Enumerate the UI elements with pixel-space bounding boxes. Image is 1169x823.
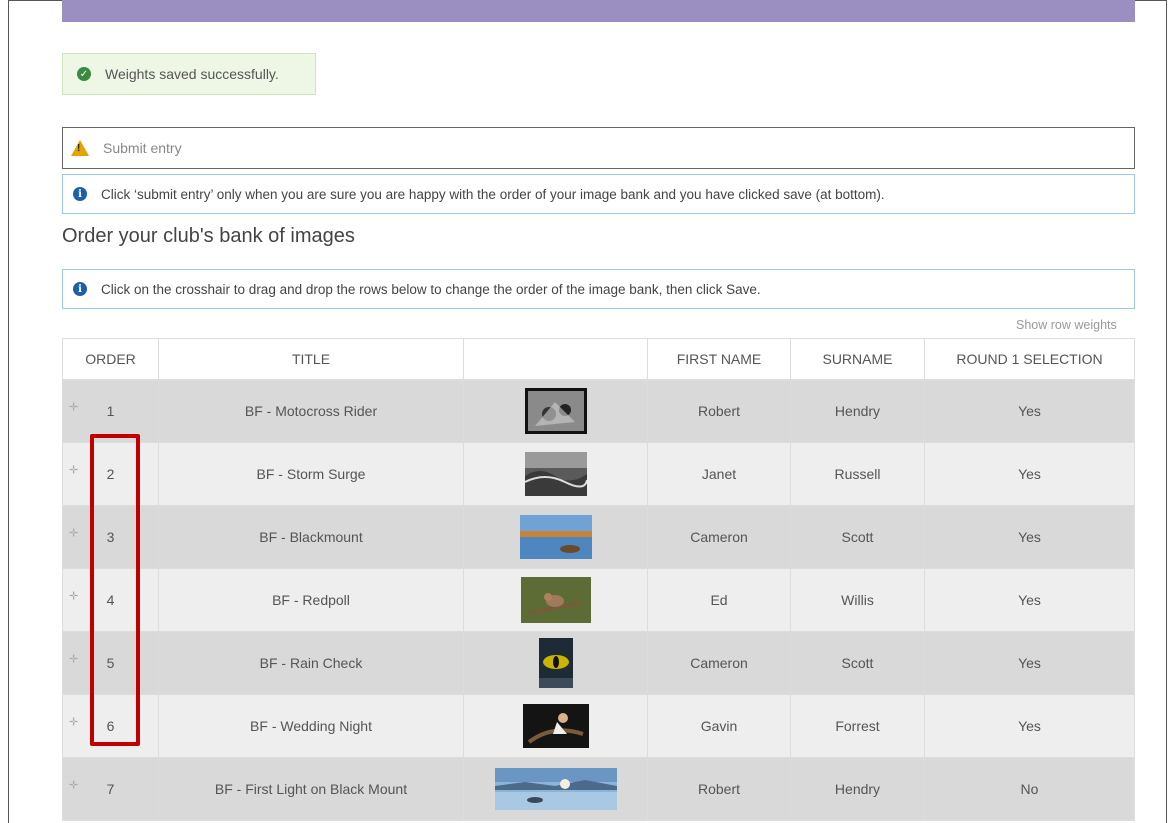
first-name-cell: Cameron [647, 505, 791, 569]
image-thumbnail[interactable] [524, 452, 587, 496]
thumbnail-cell [463, 505, 648, 569]
round1-selection-cell: Yes [924, 442, 1135, 506]
submit-info-alert: i Click ‘submit entry’ only when you are… [62, 174, 1135, 214]
submit-entry-button[interactable]: ! Submit entry [62, 127, 1135, 169]
image-thumbnail[interactable] [524, 388, 587, 434]
drag-info-alert: i Click on the crosshair to drag and dro… [62, 269, 1135, 309]
order-highlight-box [90, 434, 140, 746]
column-header-title[interactable]: TITLE [158, 338, 464, 380]
first-name-cell: Robert [647, 757, 791, 821]
info-icon: i [73, 282, 87, 296]
surname-cell: Forrest [790, 694, 925, 758]
image-thumbnail[interactable] [494, 768, 617, 810]
submit-entry-label: Submit entry [103, 140, 182, 156]
title-cell: BF - Redpoll [158, 568, 464, 632]
page-frame-right [1166, 0, 1167, 823]
table-row[interactable]: ✛ 7 BF - First Light on Black Mount Rober… [62, 757, 1135, 821]
image-thumbnail[interactable] [519, 515, 592, 559]
order-cell: ✛ 7 [62, 757, 159, 821]
first-name-cell: Ed [647, 568, 791, 632]
title-cell: BF - Motocross Rider [158, 379, 464, 443]
crosshair-drag-icon[interactable]: ✛ [69, 464, 78, 477]
info-icon: i [73, 187, 87, 201]
thumbnail-cell [463, 568, 648, 632]
title-cell: BF - Blackmount [158, 505, 464, 569]
first-name-cell: Janet [647, 442, 791, 506]
crosshair-drag-icon[interactable]: ✛ [69, 401, 78, 414]
header-accent-bar [62, 0, 1135, 22]
success-alert: ✓ Weights saved successfully. [62, 53, 316, 95]
column-header-first-name[interactable]: FIRST NAME [647, 338, 791, 380]
page-frame-left [8, 0, 9, 823]
surname-cell: Russell [790, 442, 925, 506]
round1-selection-cell: No [924, 757, 1135, 821]
thumbnail-cell [463, 694, 648, 758]
crosshair-drag-icon[interactable]: ✛ [69, 653, 78, 666]
column-header-surname[interactable]: SURNAME [790, 338, 925, 380]
table-row[interactable]: ✛ 5 BF - Rain Check Cameron Scott Yes [62, 631, 1135, 695]
drag-info-text: Click on the crosshair to drag and drop … [101, 281, 761, 297]
thumbnail-cell [463, 631, 648, 695]
round1-selection-cell: Yes [924, 631, 1135, 695]
table-row[interactable]: ✛ 1 BF - Motocross Rider Robert Hendry Ye… [62, 379, 1135, 443]
page-title: Order your club's bank of images [62, 225, 355, 247]
table-row[interactable]: ✛ 6 BF - Wedding Night Gavin Forrest Yes [62, 694, 1135, 758]
image-thumbnail[interactable] [522, 704, 589, 748]
first-name-cell: Robert [647, 379, 791, 443]
round1-selection-cell: Yes [924, 694, 1135, 758]
image-thumbnail[interactable] [538, 638, 573, 688]
first-name-cell: Gavin [647, 694, 791, 758]
table-row[interactable]: ✛ 3 BF - Blackmount Cameron Scott Yes [62, 505, 1135, 569]
thumbnail-cell [463, 757, 648, 821]
table-row[interactable]: ✛ 2 BF - Storm Surge Janet Russell Yes [62, 442, 1135, 506]
check-circle-icon: ✓ [77, 67, 91, 81]
crosshair-drag-icon[interactable]: ✛ [69, 779, 78, 792]
submit-info-text: Click ‘submit entry’ only when you are s… [101, 186, 885, 202]
round1-selection-cell: Yes [924, 568, 1135, 632]
order-value: 7 [106, 781, 115, 797]
warning-icon: ! [71, 140, 89, 156]
order-value: 1 [106, 403, 115, 419]
title-cell: BF - First Light on Black Mount [158, 757, 464, 821]
surname-cell: Hendry [790, 379, 925, 443]
surname-cell: Willis [790, 568, 925, 632]
title-cell: BF - Wedding Night [158, 694, 464, 758]
round1-selection-cell: Yes [924, 505, 1135, 569]
crosshair-drag-icon[interactable]: ✛ [69, 527, 78, 540]
title-cell: BF - Rain Check [158, 631, 464, 695]
image-bank-table: ORDER TITLE FIRST NAME SURNAME ROUND 1 S… [62, 338, 1135, 821]
column-header-order[interactable]: ORDER [62, 338, 159, 380]
column-header-thumbnail [463, 338, 648, 380]
crosshair-drag-icon[interactable]: ✛ [69, 590, 78, 603]
image-thumbnail[interactable] [520, 577, 591, 623]
table-row[interactable]: ✛ 4 BF - Redpoll Ed Willis Yes [62, 568, 1135, 632]
thumbnail-cell [463, 442, 648, 506]
success-alert-text: Weights saved successfully. [105, 66, 279, 82]
surname-cell: Scott [790, 505, 925, 569]
show-row-weights-link[interactable]: Show row weights [1016, 318, 1117, 332]
round1-selection-cell: Yes [924, 379, 1135, 443]
thumbnail-cell [463, 379, 648, 443]
surname-cell: Hendry [790, 757, 925, 821]
title-cell: BF - Storm Surge [158, 442, 464, 506]
crosshair-drag-icon[interactable]: ✛ [69, 716, 78, 729]
surname-cell: Scott [790, 631, 925, 695]
table-header-row: ORDER TITLE FIRST NAME SURNAME ROUND 1 S… [62, 338, 1135, 380]
column-header-round1-selection[interactable]: ROUND 1 SELECTION [924, 338, 1135, 380]
first-name-cell: Cameron [647, 631, 791, 695]
